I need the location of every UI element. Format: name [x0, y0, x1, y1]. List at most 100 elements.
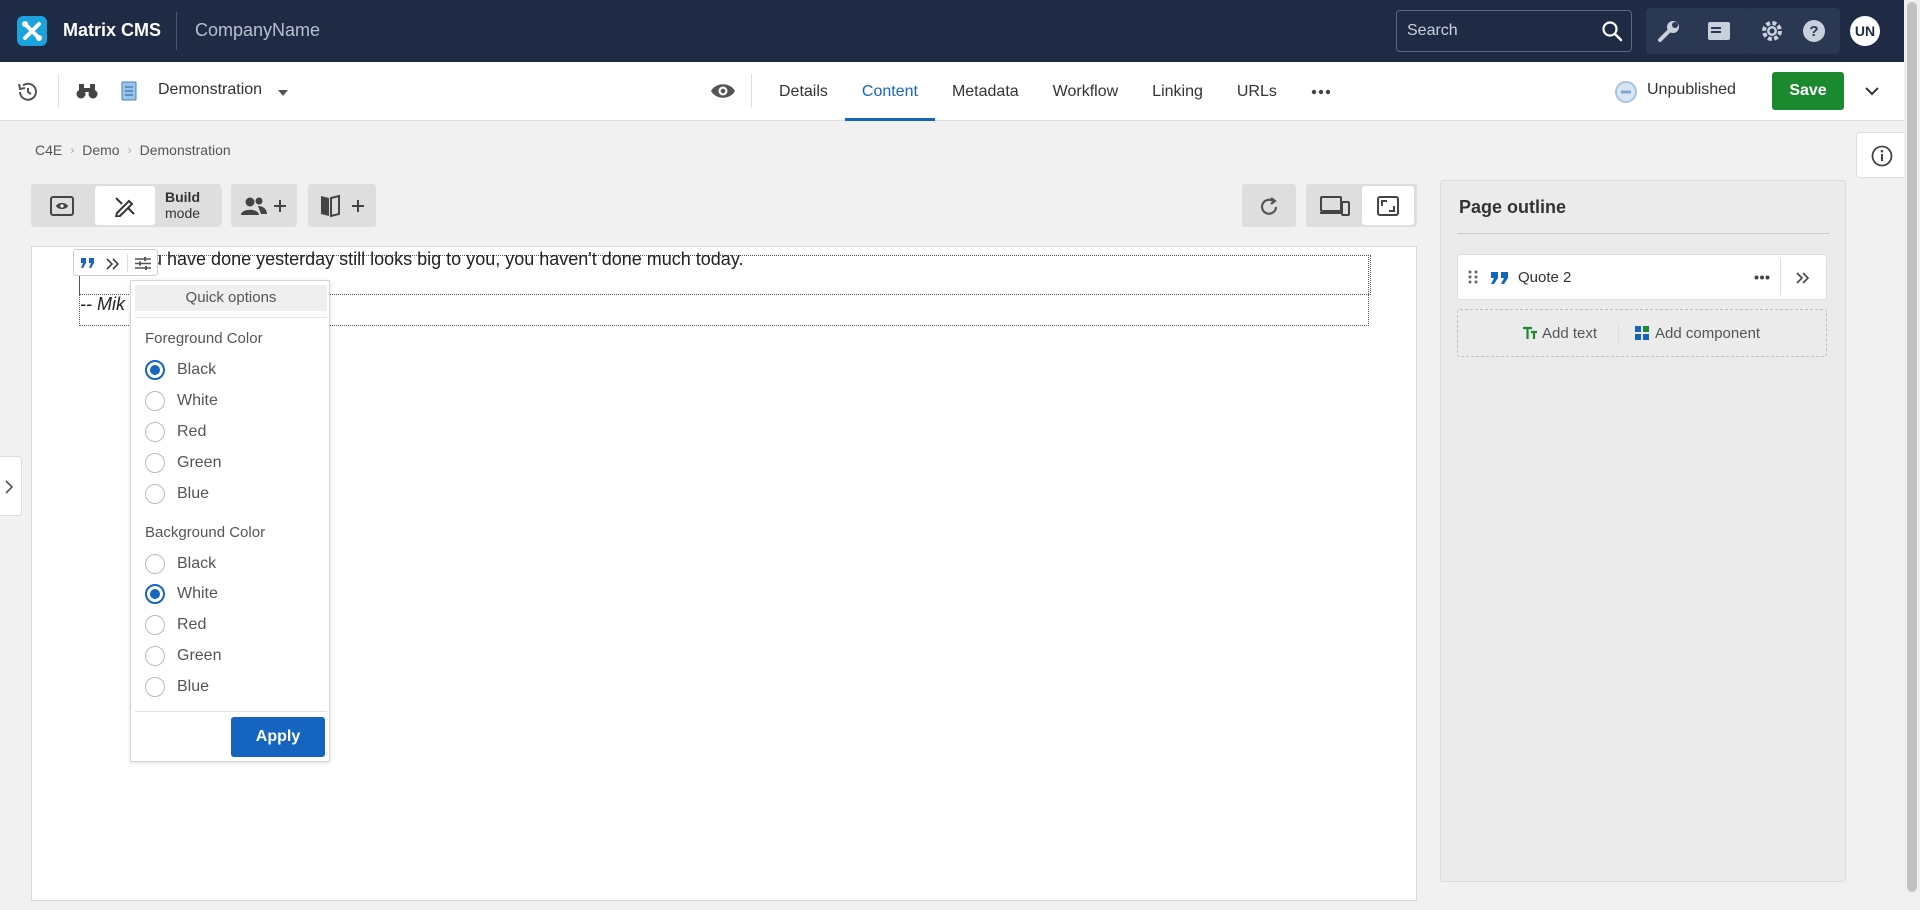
status-icon [1615, 81, 1637, 103]
top-bar: Matrix CMS CompanyName Search ? UN [0, 0, 1904, 62]
radio[interactable] [145, 646, 165, 666]
chevrons-right-icon[interactable] [1796, 272, 1810, 284]
app-title: Matrix CMS [63, 20, 162, 40]
chevron-down-icon[interactable] [1864, 86, 1880, 96]
radio[interactable] [145, 677, 165, 697]
divider [58, 74, 59, 108]
panel-icon[interactable] [1706, 19, 1732, 43]
chevrons-right-icon[interactable] [106, 258, 120, 270]
fg-radio-blue[interactable]: Blue [145, 483, 209, 505]
build-label-line2: mode [165, 205, 201, 221]
gear-icon[interactable] [1760, 19, 1784, 43]
components-icon [1634, 325, 1650, 341]
matrix-logo-icon[interactable] [17, 16, 47, 46]
fg-radio-red[interactable]: Red [145, 421, 206, 443]
bg-radio-black[interactable]: Black [145, 553, 216, 575]
svg-text:?: ? [1809, 23, 1818, 40]
fg-radio-white[interactable]: White [145, 390, 218, 412]
bg-radio-red[interactable]: Red [145, 614, 206, 636]
search-icon[interactable] [1601, 20, 1623, 42]
radio[interactable] [145, 484, 165, 504]
divider [135, 317, 327, 318]
expand-icon [1377, 196, 1399, 216]
fg-radio-green[interactable]: Green [145, 452, 221, 474]
radio[interactable] [145, 615, 165, 635]
search-input[interactable]: Search [1396, 10, 1632, 52]
tools-group [1646, 8, 1750, 54]
breadcrumb-item[interactable]: Demonstration [140, 142, 231, 158]
radio[interactable] [145, 422, 165, 442]
chevron-right-icon [5, 480, 14, 494]
page-outline-title: Page outline [1459, 197, 1567, 217]
tab-content[interactable]: Content [844, 62, 936, 121]
radio-checked[interactable] [145, 360, 165, 380]
help-icon[interactable]: ? [1802, 19, 1826, 43]
build-mode-label: Build mode [165, 189, 200, 221]
history-icon[interactable] [16, 80, 40, 104]
scrollbar-thumb[interactable] [1907, 2, 1917, 892]
tab-urls[interactable]: URLs [1220, 62, 1294, 121]
asset-name[interactable]: Demonstration [158, 81, 262, 99]
info-button[interactable] [1856, 132, 1904, 178]
company-name: CompanyName [195, 20, 321, 40]
divider [127, 254, 128, 272]
divider [1780, 259, 1781, 295]
radio[interactable] [145, 453, 165, 473]
fg-radio-black[interactable]: Black [145, 359, 216, 381]
refresh-button[interactable] [1242, 184, 1296, 227]
publish-status[interactable]: Unpublished [1647, 81, 1736, 99]
radio-label: Red [177, 616, 207, 633]
divider [135, 711, 327, 712]
radio-label: Blue [177, 485, 210, 502]
build-mode-button[interactable] [95, 186, 155, 225]
user-avatar[interactable]: UN [1850, 16, 1880, 46]
add-text-button[interactable]: Add text [1542, 325, 1597, 342]
bg-radio-green[interactable]: Green [145, 645, 221, 667]
add-user-button[interactable] [231, 184, 297, 227]
tab-linking[interactable]: Linking [1135, 62, 1220, 121]
radio-label: Green [177, 647, 222, 664]
preview-eye-icon[interactable] [710, 81, 736, 101]
breadcrumb: C4E › Demo › Demonstration [35, 142, 231, 158]
more-tabs-button[interactable] [1294, 62, 1348, 121]
refresh-icon [1260, 197, 1278, 215]
radio[interactable] [145, 554, 165, 574]
devices-icon [1320, 196, 1350, 216]
preview-mode-button[interactable] [33, 186, 91, 225]
bg-radio-white[interactable]: White [145, 583, 218, 605]
save-button[interactable]: Save [1772, 72, 1844, 110]
responsive-view-button[interactable] [1310, 188, 1360, 223]
wrench-icon[interactable] [1656, 18, 1682, 44]
sliders-icon[interactable] [134, 256, 152, 271]
tab-details[interactable]: Details [762, 62, 845, 121]
add-variation-button[interactable] [308, 184, 376, 227]
pencil-ruler-icon [114, 197, 135, 217]
radio-label: Red [177, 423, 207, 440]
breadcrumb-item[interactable]: C4E [35, 142, 62, 158]
chevron-down-icon[interactable] [278, 90, 288, 96]
info-icon [1871, 145, 1893, 167]
more-horizontal-icon[interactable] [1754, 275, 1770, 280]
outline-item[interactable]: Quote 2 [1457, 254, 1827, 300]
left-panel-toggle[interactable] [0, 456, 22, 516]
add-component-button[interactable]: Add component [1655, 325, 1760, 342]
drag-handle-icon[interactable] [1468, 269, 1478, 285]
breadcrumb-item[interactable]: Demo [82, 142, 119, 158]
quote-text[interactable]: ou have done yesterday still looks big t… [142, 249, 743, 270]
divider [1457, 233, 1829, 234]
tab-metadata[interactable]: Metadata [935, 62, 1036, 121]
search-placeholder: Search [1407, 22, 1458, 39]
radio-label: Black [177, 555, 217, 572]
radio-checked[interactable] [145, 584, 165, 604]
binoculars-icon[interactable] [76, 82, 98, 100]
quote-icon [1490, 271, 1510, 285]
bg-radio-blue[interactable]: Blue [145, 676, 209, 698]
page-outline-panel: Page outline Quote 2 Add text Add compon… [1440, 180, 1846, 882]
tab-workflow[interactable]: Workflow [1036, 62, 1136, 121]
settings-group: ? [1748, 8, 1840, 54]
quote-author[interactable]: -- Mik [80, 294, 125, 315]
apply-button[interactable]: Apply [231, 717, 325, 757]
fullscreen-button[interactable] [1362, 186, 1414, 225]
radio[interactable] [145, 391, 165, 411]
preview-window-icon [50, 196, 74, 216]
